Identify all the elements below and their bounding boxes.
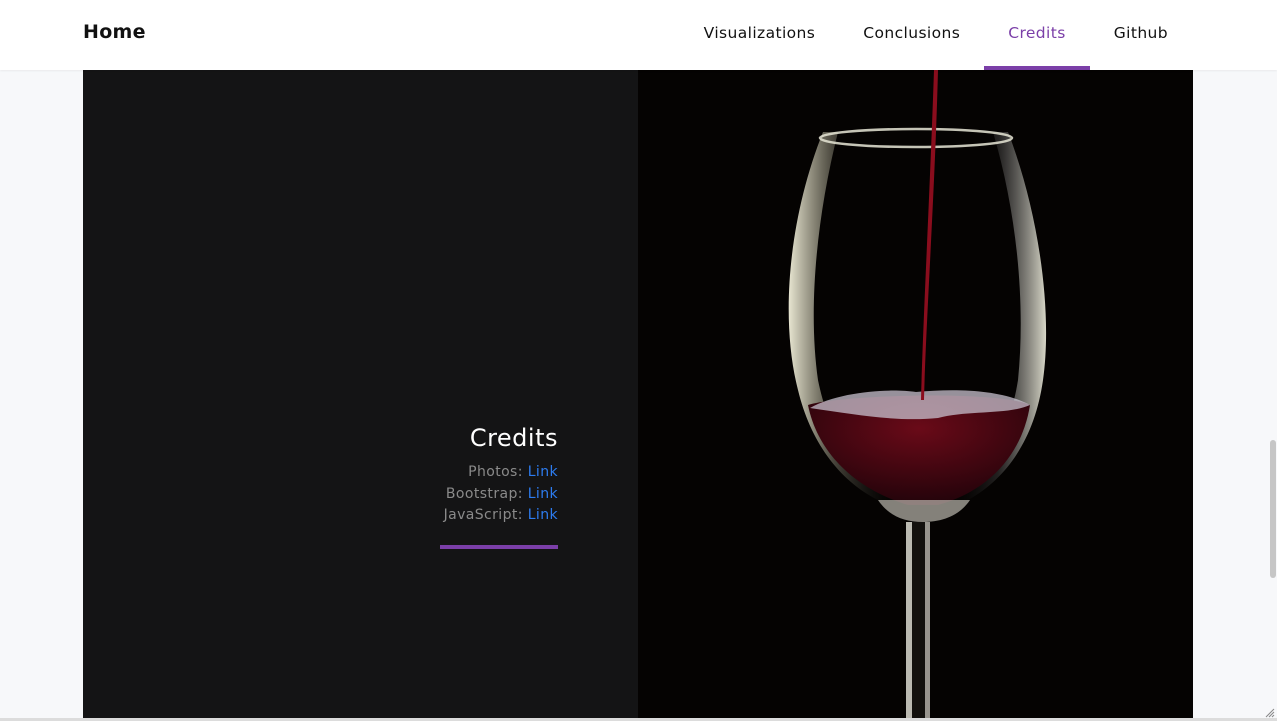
credit-photos-label: Photos: [468, 464, 523, 480]
credits-heading: Credits [469, 424, 558, 452]
home-brand-link[interactable]: Home [83, 21, 146, 43]
nav-link-visualizations[interactable]: Visualizations [680, 0, 840, 70]
credit-javascript-label: JavaScript: [443, 507, 523, 523]
credits-block: Credits Photos: Link Bootstrap: Link Jav… [440, 424, 558, 549]
top-navbar: Home Visualizations Conclusions Credits … [0, 0, 1277, 70]
nav-link-github[interactable]: Github [1090, 0, 1192, 70]
nav-links: Visualizations Conclusions Credits Githu… [680, 0, 1192, 70]
vertical-scrollbar-thumb[interactable] [1270, 440, 1276, 578]
wine-glass-photo [638, 70, 1193, 718]
credit-javascript-link[interactable]: Link [528, 507, 558, 523]
credits-accent-bar [440, 544, 558, 549]
wine-glass-illustration [638, 70, 1193, 718]
credit-bootstrap-label: Bootstrap: [445, 485, 523, 502]
credit-bootstrap-link[interactable]: Link [528, 486, 558, 502]
credit-photos: Photos: Link [440, 462, 558, 484]
credits-text-panel: Credits Photos: Link Bootstrap: Link Jav… [83, 70, 638, 718]
credits-section: Credits Photos: Link Bootstrap: Link Jav… [83, 70, 1193, 718]
nav-link-conclusions[interactable]: Conclusions [839, 0, 984, 70]
credit-bootstrap: Bootstrap: Link [440, 484, 558, 506]
resize-grip-icon[interactable] [1265, 708, 1275, 718]
nav-link-credits[interactable]: Credits [984, 0, 1090, 70]
credit-photos-link[interactable]: Link [528, 464, 558, 480]
credit-javascript: JavaScript: Link [440, 505, 558, 527]
